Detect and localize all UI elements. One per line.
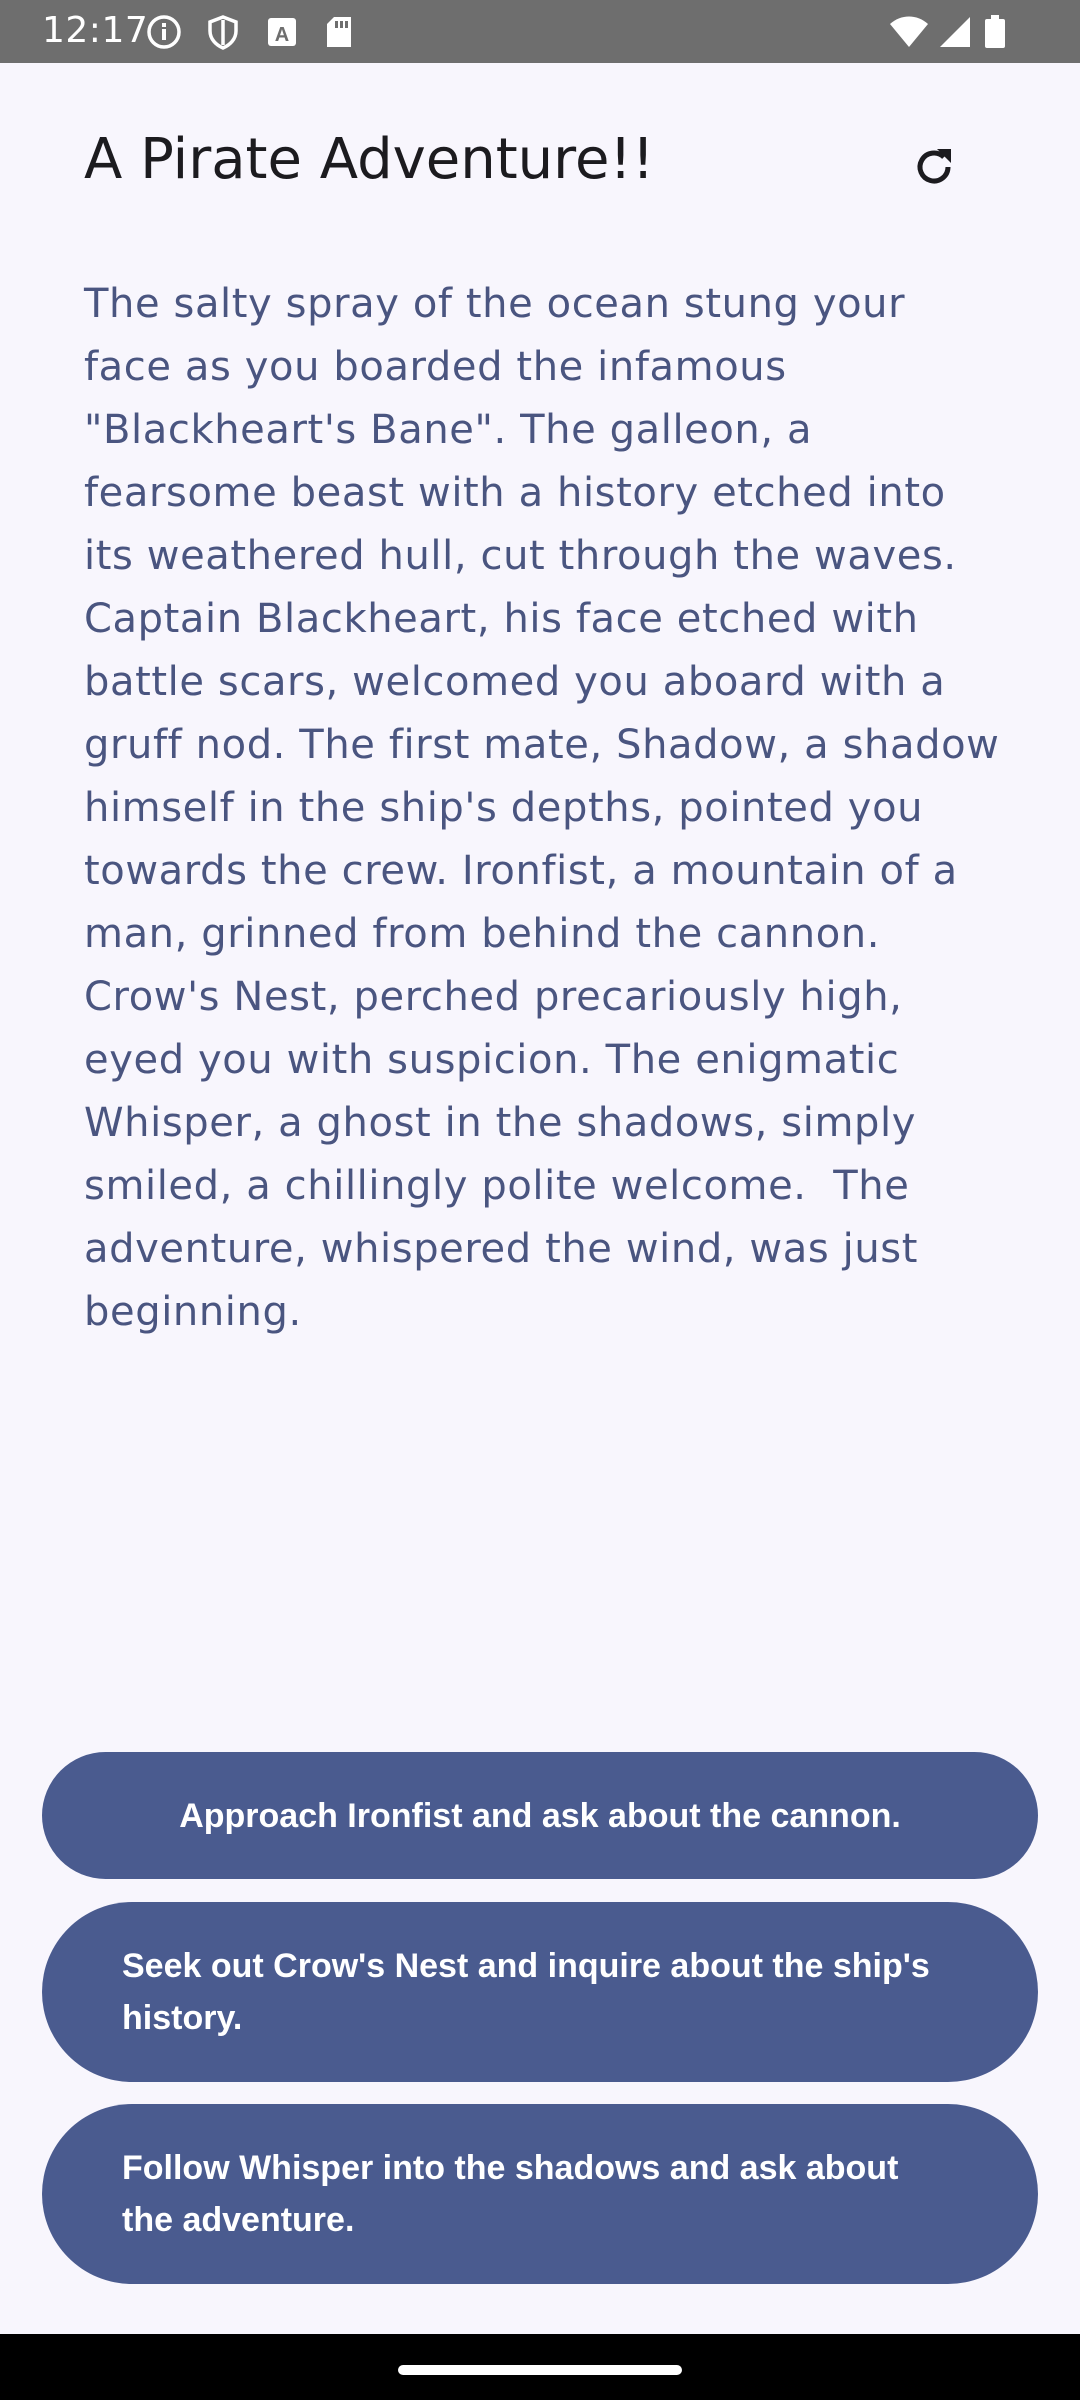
- status-time: 12:17: [42, 10, 149, 51]
- wifi-icon: [888, 14, 930, 55]
- cell-signal-icon: [938, 14, 972, 55]
- battery-icon: [983, 14, 1007, 55]
- page-title: A Pirate Adventure!!: [84, 127, 655, 192]
- status-bar: 12:17 A: [0, 0, 1080, 63]
- info-icon: [146, 14, 182, 55]
- navigation-bar: [0, 2334, 1080, 2400]
- choice-button-3[interactable]: Follow Whisper into the shadows and ask …: [42, 2104, 1038, 2284]
- sd-card-icon: [324, 14, 354, 55]
- a-box-icon: A: [266, 14, 298, 55]
- choice-button-2[interactable]: Seek out Crow's Nest and inquire about t…: [42, 1902, 1038, 2082]
- app-header: A Pirate Adventure!!: [0, 63, 1080, 273]
- refresh-icon: [910, 143, 958, 196]
- shield-icon: [205, 14, 241, 55]
- choice-button-1[interactable]: Approach Ironfist and ask about the cann…: [42, 1752, 1038, 1879]
- refresh-button[interactable]: [898, 133, 970, 205]
- svg-text:A: A: [275, 24, 289, 46]
- story-text: The salty spray of the ocean stung your …: [84, 281, 1013, 1335]
- home-handle[interactable]: [398, 2365, 682, 2375]
